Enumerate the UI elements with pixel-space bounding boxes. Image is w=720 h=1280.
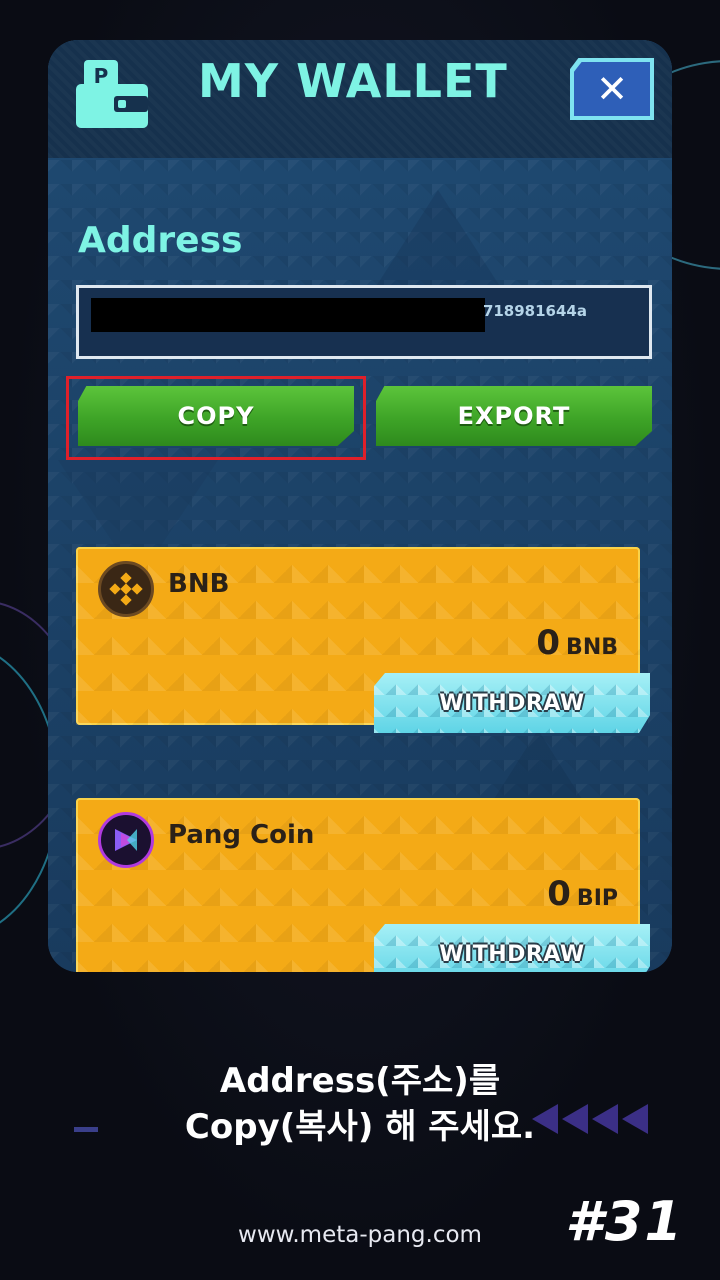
coin-name: Pang Coin [168, 820, 315, 850]
copy-button[interactable]: COPY [78, 386, 354, 446]
withdraw-button-pang-coin[interactable]: WITHDRAW [374, 924, 650, 972]
coin-balance-unit: BNB [566, 635, 618, 660]
coin-balance-unit: BIP [576, 886, 618, 911]
export-button[interactable]: EXPORT [376, 386, 652, 446]
coin-card-bnb: BNB 0 BNB WITHDRAW [76, 547, 650, 733]
arrow-left-icon [592, 1104, 618, 1134]
address-label: Address [78, 220, 243, 261]
address-field[interactable]: 718981644a [76, 285, 652, 359]
coin-balance-amount: 0 [547, 874, 571, 914]
coin-card-pang-coin: Pang Coin 0 BIP WITHDRAW [76, 798, 650, 972]
arrow-left-icon [562, 1104, 588, 1134]
bnb-logo-icon [98, 561, 154, 617]
export-button-label: EXPORT [457, 402, 571, 430]
withdraw-button-label: WITHDRAW [439, 941, 585, 967]
wallet-header: P MY WALLET ✕ [48, 40, 672, 158]
address-redaction [91, 298, 485, 332]
decorative-arrows [532, 1104, 648, 1134]
close-button-face[interactable]: ✕ [574, 62, 650, 116]
coin-name: BNB [168, 569, 230, 599]
wallet-icon: P [76, 60, 148, 128]
wallet-screen: P MY WALLET ✕ Address 718981644a COPY EX… [48, 40, 672, 972]
arrow-left-icon [532, 1104, 558, 1134]
wallet-title: MY WALLET [198, 54, 508, 108]
pang-coin-logo-icon [98, 812, 154, 868]
caption-line-1: Address(주소)를 [219, 1061, 501, 1101]
copy-button-label: COPY [177, 402, 255, 430]
page-number: #31 [565, 1190, 684, 1253]
coin-balance: 0 BIP [547, 874, 618, 914]
tutorial-slide: P MY WALLET ✕ Address 718981644a COPY EX… [0, 0, 720, 1280]
withdraw-button-label: WITHDRAW [439, 690, 585, 716]
close-icon[interactable]: ✕ [596, 70, 628, 108]
address-value: 718981644a [482, 302, 587, 320]
withdraw-button-bnb[interactable]: WITHDRAW [374, 673, 650, 733]
close-button[interactable]: ✕ [570, 58, 654, 120]
arrow-left-icon [622, 1104, 648, 1134]
coin-balance-amount: 0 [536, 623, 561, 663]
coin-balance: 0 BNB [536, 623, 618, 663]
